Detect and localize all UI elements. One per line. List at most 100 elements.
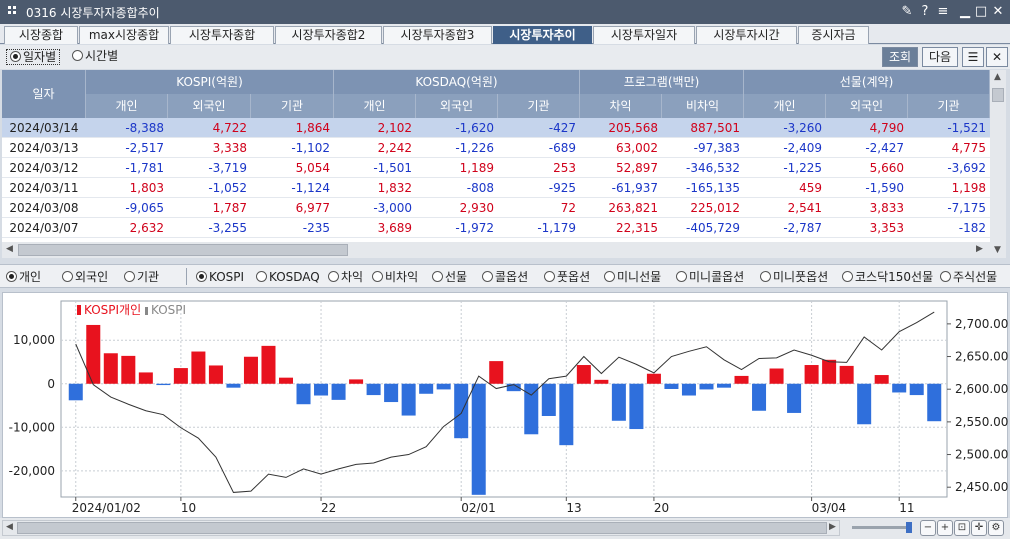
radio-market[interactable]: 미니풋옵션 [760,270,828,284]
chart-scroll-thumb[interactable] [17,522,827,534]
table-cell: -2,409 [783,141,822,155]
investor-trend-chart[interactable]: 10,000 0 -10,000 -20,000 2,700.00 2,650.00 2,6… [3,293,1009,519]
tab-market-investor-summary-3[interactable]: 시장투자종합3 [383,26,492,44]
table-cell: -808 [466,181,494,195]
radio-market[interactable]: 미니선물 [604,270,661,284]
grid-horizontal-scrollbar[interactable]: ◀ ▶ [2,242,990,258]
radio-market[interactable]: 주식선물 [940,270,997,284]
table-row[interactable]: 2024/03/07 2,632 -3,255 -235 3,689 -1,972 -1,1… [2,218,990,238]
tab-market-funds[interactable]: 증시자금 [798,26,869,44]
radio-label: 차익 [341,270,364,284]
tab-market-investor-summary-2[interactable]: 시장투자종합2 [275,26,382,44]
column-header: 외국인 [416,94,498,118]
table-cell: -97,383 [693,141,740,155]
table-cell: 1,864 [295,121,330,135]
menu-icon[interactable]: ≡ [934,2,952,22]
table-row[interactable]: 2024/03/11 1,803 -1,052 -1,124 1,832 -808 -925… [2,178,990,198]
tab-market-investor-trend[interactable]: 시장투자추이 [493,26,592,44]
y-right-tick-label: 2,600.00 [955,382,1008,396]
window-titlebar: 0316 시장투자자종합추이 ✎ ? ≡ ▁ □ ✕ [0,0,1010,24]
radio-indicator [62,271,73,282]
next-button[interactable]: 다음 [922,47,958,67]
table-row[interactable]: 2024/03/12 -1,781 -3,719 5,054 -1,501 1,189 25… [2,158,990,178]
radio-indicator [604,271,615,282]
maximize-icon[interactable]: □ [972,2,990,22]
scroll-up-icon[interactable]: ▲ [994,72,1001,82]
radio-market[interactable]: 콜옵션 [482,270,528,284]
column-header: 기관 [251,94,334,118]
radio-daily[interactable]: 일자별 [6,49,61,65]
table-row[interactable]: 2024/03/14 -8,388 4,722 1,864 2,102 -1,620 -42… [2,118,990,138]
radio-market[interactable]: 선물 [432,270,467,284]
pin-icon[interactable]: ✎ [898,2,916,22]
tab-market-investor-date[interactable]: 시장투자일자 [593,26,695,44]
zoom-slider-track[interactable] [852,526,912,529]
zoom-out-icon[interactable]: − [920,520,936,536]
table-cell: -3,000 [373,201,412,215]
table-row[interactable]: 2024/03/08 -9,065 1,787 6,977 -3,000 2,930 72 2… [2,198,990,218]
radio-market[interactable]: 차익 [328,270,363,284]
table-cell: 22,315 [616,221,658,235]
data-grid: 일자 KOSPI(억원) KOSDAQ(억원) 프로그램(백만) 선물(계약) … [2,70,990,242]
close-icon: ✕ [991,50,1003,64]
grid-vertical-scroll-thumb[interactable] [992,88,1004,102]
tab-max-market-summary[interactable]: max시장종합 [79,26,169,44]
bar [857,383,872,425]
control-bar: 일자별 시간별 조회 다음 ☰ ✕ [0,45,1010,69]
chart-scroll-left-icon[interactable]: ◀ [6,522,13,532]
table-row[interactable]: 2024/03/13 -2,517 3,338 -1,102 2,242 -1,226 -6… [2,138,990,158]
chart-bottom-bar: ◀ ▶ − + ⊡ ✛ ⚙ [0,518,1010,539]
radio-investor[interactable]: 기관 [124,270,159,284]
radio-market[interactable]: 코스닥150선물 [842,270,933,284]
tab-market-summary[interactable]: 시장종합 [4,26,78,44]
zoom-fit-icon[interactable]: ⊡ [954,520,970,536]
radio-time[interactable]: 시간별 [72,49,118,63]
bar [436,383,451,390]
scroll-left-icon[interactable]: ◀ [6,244,13,254]
scroll-down-icon[interactable]: ▼ [994,245,1001,255]
chart-scrollbar[interactable]: ◀ ▶ [2,520,840,536]
settings-icon[interactable]: ⚙ [988,520,1004,536]
plot-area [60,300,948,498]
table-cell: 3,689 [377,221,412,235]
grid-vertical-scrollbar[interactable]: ▲ ▼ [990,70,1006,258]
list-icon: ☰ [967,50,979,64]
chart-scroll-right-icon[interactable]: ▶ [829,522,836,532]
zoom-slider-handle[interactable] [906,522,912,533]
crosshair-icon[interactable]: ✛ [971,520,987,536]
zoom-in-icon[interactable]: + [937,520,953,536]
list-view-button[interactable]: ☰ [962,47,984,67]
close-icon[interactable]: ✕ [989,2,1007,22]
table-cell: -9,065 [125,201,164,215]
tab-market-investor-time[interactable]: 시장투자시간 [696,26,797,44]
radio-market[interactable]: KOSDAQ [256,270,320,284]
bar [121,355,136,384]
radio-label: KOSDAQ [269,270,320,284]
query-button[interactable]: 조회 [882,47,918,67]
radio-market[interactable]: KOSPI [196,270,244,284]
table-cell: 2,102 [377,121,412,135]
y-left-tick-label: 0 [47,377,55,391]
radio-market[interactable]: 비차익 [372,270,418,284]
bar [261,345,276,384]
bar [874,375,889,384]
radio-investor[interactable]: 외국인 [62,270,108,284]
help-icon[interactable]: ? [916,2,934,22]
x-tick-label: 13 [566,501,581,515]
column-header: 개인 [334,94,416,118]
tab-bar: 시장종합 max시장종합 시장투자종합 시장투자종합2 시장투자종합3 시장투자… [0,24,1010,44]
radio-market[interactable]: 미니콜옵션 [676,270,744,284]
grid-subheader-row: 개인 외국인 기관 개인 외국인 기관 차익 비차익 개인 외국인 기관 [86,94,990,118]
grid-horizontal-scroll-thumb[interactable] [18,244,348,256]
table-cell: -235 [302,221,330,235]
scroll-right-icon[interactable]: ▶ [976,244,983,254]
radio-investor[interactable]: 개인 [6,270,41,284]
table-cell: 459 [799,181,822,195]
bar [454,383,469,439]
filter-divider [186,268,187,285]
table-cell: 2,242 [377,141,412,155]
radio-market[interactable]: 풋옵션 [544,270,590,284]
close-panel-button[interactable]: ✕ [986,47,1008,67]
column-header: 외국인 [168,94,251,118]
tab-market-investor-summary[interactable]: 시장투자종합 [170,26,274,44]
